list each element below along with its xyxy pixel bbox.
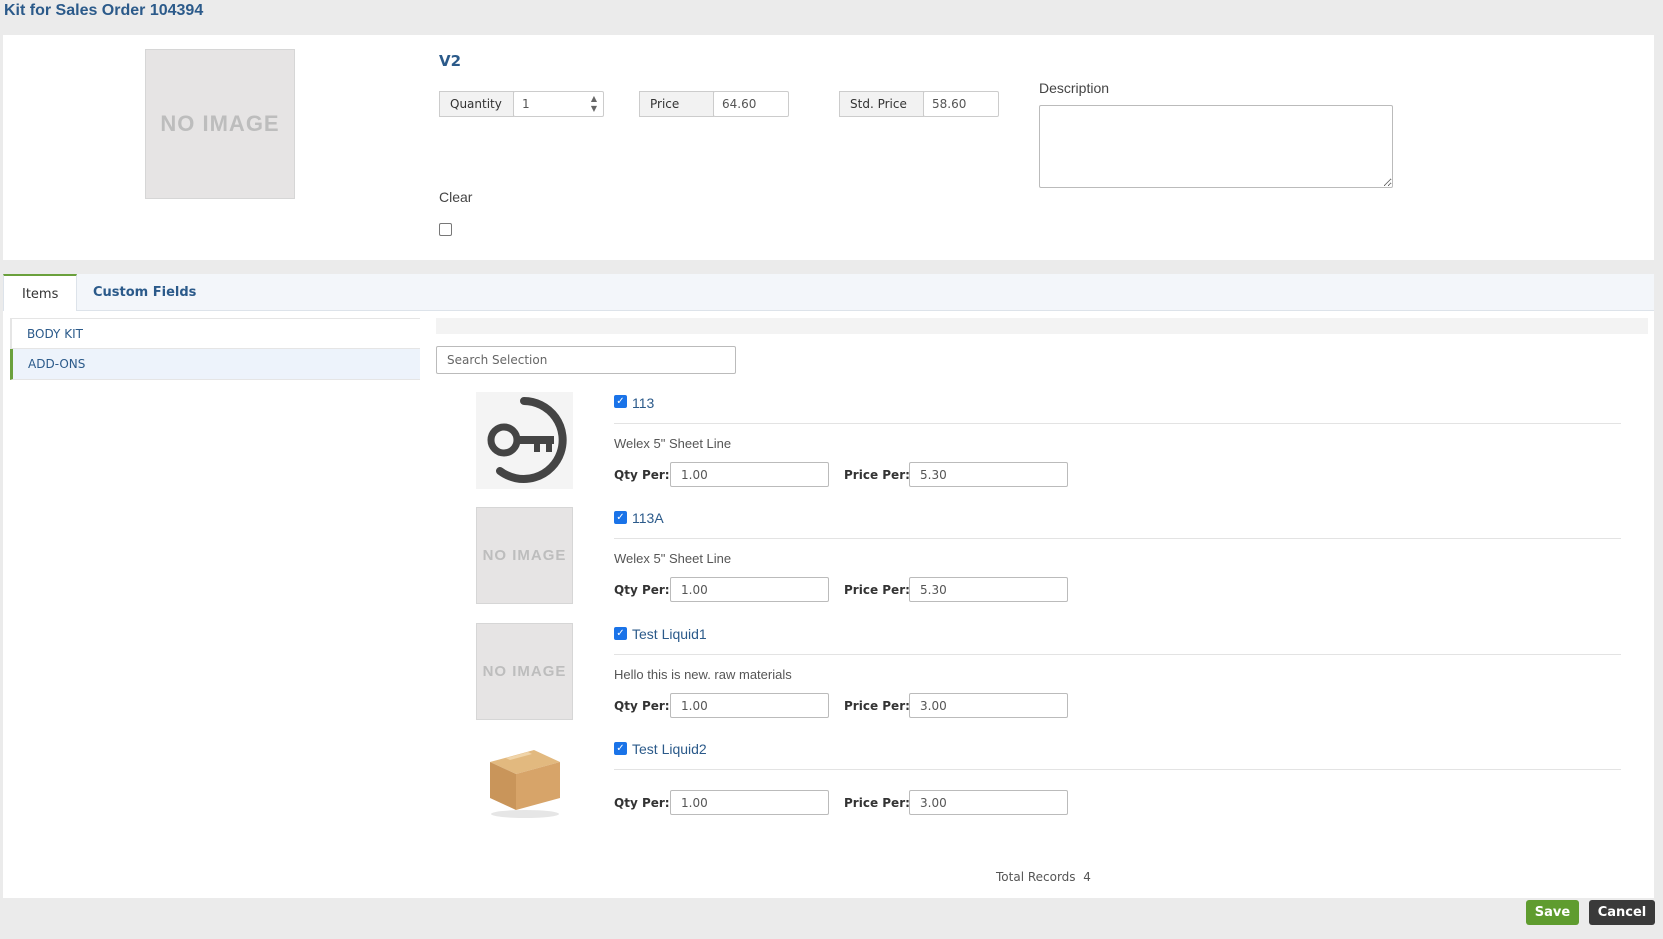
item-image: NO IMAGE [476,507,573,604]
tab-custom-fields[interactable]: Custom Fields [75,274,214,311]
search-input[interactable]: Search Selection [436,346,736,374]
item-name[interactable]: 113 [632,395,654,411]
qty-per-label: Qty Per: [614,796,670,810]
total-records: Total Records 4 [996,870,1091,884]
price-per-input[interactable]: 5.30 [909,462,1068,487]
item-description: Welex 5" Sheet Line [614,551,732,566]
description-textarea[interactable] [1039,105,1393,188]
key-icon [487,397,567,483]
item-name[interactable]: Test Liquid2 [632,741,707,757]
tab-items[interactable]: Items [3,274,78,312]
divider [614,769,1621,770]
price-label: Price [639,91,714,117]
item-checkbox[interactable]: ✓ [614,742,627,755]
price-per-input[interactable]: 3.00 [909,790,1068,815]
item-checkbox[interactable]: ✓ [614,395,627,408]
qty-per-input[interactable]: 1.00 [670,577,829,602]
save-button[interactable]: Save [1526,900,1579,925]
total-records-label: Total Records [996,870,1076,884]
box-icon [490,750,560,818]
item-checkbox[interactable]: ✓ [614,511,627,524]
cancel-button[interactable]: Cancel [1589,900,1655,925]
total-records-count: 4 [1083,870,1091,884]
std-price-input[interactable]: 58.60 [923,91,999,117]
clear-label: Clear [439,189,473,205]
quantity-input[interactable]: 1 ▲ ▼ [513,91,604,117]
item-image-box [476,738,573,835]
std-price-label: Std. Price [839,91,924,117]
quantity-stepper[interactable]: ▲ ▼ [587,92,601,116]
qty-per-input[interactable]: 1.00 [670,693,829,718]
qty-per-input[interactable]: 1.00 [670,790,829,815]
item-description: Hello this is new. raw materials [614,667,792,682]
item-description: Welex 5" Sheet Line [614,436,732,451]
sidebar-item-add-ons[interactable]: ADD-ONS [10,349,420,380]
clear-checkbox[interactable] [439,223,452,236]
divider [614,423,1621,424]
kit-name: V2 [439,52,462,70]
description-label: Description [1039,80,1110,96]
item-checkbox[interactable]: ✓ [614,627,627,640]
quantity-label: Quantity [439,91,514,117]
price-per-label: Price Per: [844,699,910,713]
toolbar-strip [436,318,1648,334]
tab-bar [3,274,1654,311]
qty-per-input[interactable]: 1.00 [670,462,829,487]
item-name[interactable]: Test Liquid1 [632,626,707,642]
page-title: Kit for Sales Order 104394 [4,2,204,19]
chevron-down-icon[interactable]: ▼ [591,104,597,114]
qty-per-label: Qty Per: [614,583,670,597]
chevron-up-icon[interactable]: ▲ [591,94,597,104]
divider [614,654,1621,655]
price-per-label: Price Per: [844,468,910,482]
price-input[interactable]: 64.60 [713,91,789,117]
price-per-label: Price Per: [844,583,910,597]
divider [614,538,1621,539]
qty-per-label: Qty Per: [614,468,670,482]
item-image: NO IMAGE [476,623,573,720]
price-per-label: Price Per: [844,796,910,810]
item-image-key [476,392,573,489]
price-per-input[interactable]: 5.30 [909,577,1068,602]
price-per-input[interactable]: 3.00 [909,693,1068,718]
item-name[interactable]: 113A [632,510,664,526]
kit-image: NO IMAGE [145,49,295,199]
qty-per-label: Qty Per: [614,699,670,713]
sidebar-item-body-kit[interactable]: BODY KIT [10,318,420,349]
